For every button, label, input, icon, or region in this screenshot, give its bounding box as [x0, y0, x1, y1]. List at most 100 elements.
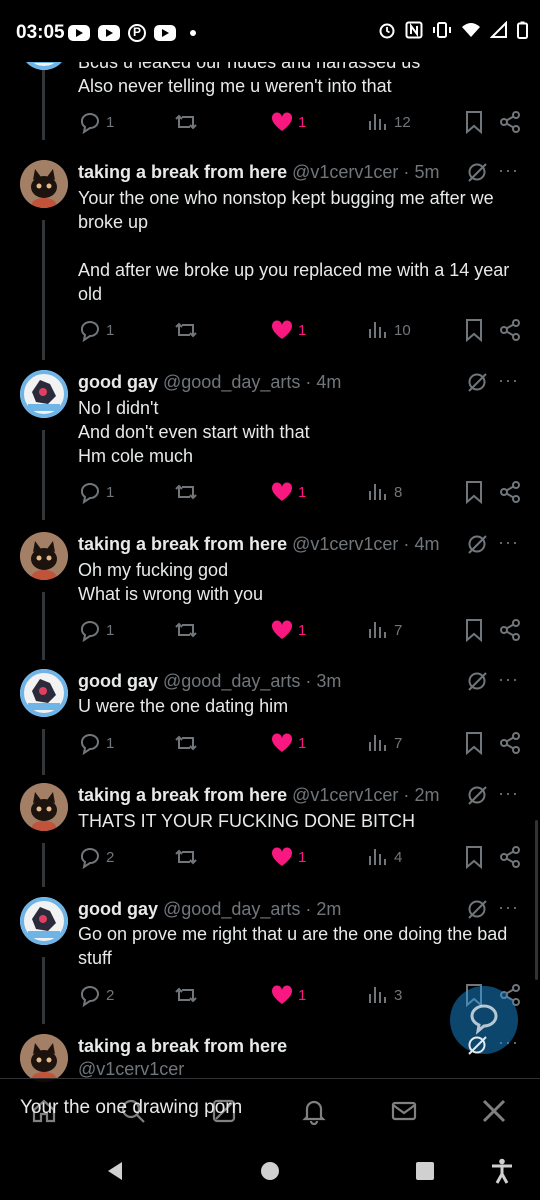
like-button[interactable]: 1 [270, 318, 306, 342]
author-handle[interactable]: @v1cerv1cer [292, 785, 398, 805]
views-button[interactable]: 12 [366, 110, 411, 134]
repost-button[interactable] [174, 618, 198, 642]
author-name[interactable]: good gay [78, 899, 158, 919]
author-handle[interactable]: @v1cerv1cer [292, 162, 398, 182]
views-button[interactable]: 10 [366, 318, 411, 342]
author-name[interactable]: taking a break from here [78, 785, 287, 805]
like-button[interactable]: 1 [270, 731, 306, 755]
author-name[interactable]: good gay [78, 671, 158, 691]
avatar[interactable] [20, 783, 68, 831]
author-name[interactable]: taking a break from here [78, 534, 287, 554]
views-button[interactable]: 8 [366, 480, 402, 504]
recents-icon[interactable] [414, 1160, 436, 1182]
reply-button[interactable]: 1 [78, 110, 114, 134]
like-button[interactable]: 1 [270, 845, 306, 869]
grok-icon[interactable] [466, 670, 488, 692]
repost-button[interactable] [174, 110, 198, 134]
share-button[interactable] [498, 618, 522, 642]
repost-button[interactable] [174, 731, 198, 755]
share-icon [500, 481, 520, 503]
reply-button[interactable]: 1 [78, 618, 114, 642]
post-actions: 1 1 10 [78, 318, 520, 342]
reply-draft-text[interactable]: Your the one drawing porn [20, 1097, 242, 1119]
author-handle[interactable]: @v1cerv1cer [78, 1059, 287, 1080]
share-icon [500, 846, 520, 868]
like-button[interactable]: 1 [270, 618, 306, 642]
reply-button[interactable]: 2 [78, 983, 114, 1007]
views-button[interactable]: 7 [366, 618, 402, 642]
avatar-image [20, 1034, 68, 1082]
views-button[interactable]: 7 [366, 731, 402, 755]
bookmark-button[interactable] [462, 845, 486, 869]
like-button[interactable]: 1 [270, 983, 306, 1007]
grok-icon[interactable] [466, 161, 488, 183]
views-icon [369, 622, 386, 638]
share-button[interactable] [498, 318, 522, 342]
avatar-image [20, 160, 68, 208]
post-time[interactable]: 5m [414, 162, 439, 182]
repost-button[interactable] [174, 480, 198, 504]
home-button-icon[interactable] [259, 1160, 281, 1182]
grok-icon[interactable] [466, 533, 488, 555]
post-time[interactable]: 3m [316, 671, 341, 691]
author-handle[interactable]: @good_day_arts [163, 671, 300, 691]
like-button[interactable]: 1 [270, 110, 306, 134]
reply-button[interactable]: 2 [78, 845, 114, 869]
grok-icon[interactable] [466, 784, 488, 806]
repost-button[interactable] [174, 983, 198, 1007]
share-button[interactable] [498, 731, 522, 755]
post-time[interactable]: 4m [414, 534, 439, 554]
author-handle[interactable]: @v1cerv1cer [292, 534, 398, 554]
bookmark-button[interactable] [462, 480, 486, 504]
bookmark-button[interactable] [462, 110, 486, 134]
grok-icon[interactable] [466, 371, 488, 393]
avatar[interactable] [20, 532, 68, 580]
reply-button[interactable]: 1 [78, 480, 114, 504]
more-options-button[interactable]: ··· [498, 160, 519, 181]
share-button[interactable] [498, 480, 522, 504]
repost-button[interactable] [174, 318, 198, 342]
reply-button[interactable]: 1 [78, 318, 114, 342]
like-button[interactable]: 1 [270, 480, 306, 504]
post-time[interactable]: 2m [414, 785, 439, 805]
bell-icon[interactable] [300, 1097, 328, 1125]
share-button[interactable] [498, 110, 522, 134]
avatar[interactable] [20, 160, 68, 208]
more-options-button[interactable]: ··· [498, 370, 519, 391]
author-name[interactable]: taking a break from here [78, 1036, 287, 1056]
x-logo-icon[interactable] [480, 1097, 508, 1125]
avatar[interactable] [20, 370, 68, 418]
bookmark-button[interactable] [462, 618, 486, 642]
avatar[interactable] [20, 1034, 68, 1082]
more-options-button[interactable]: ··· [498, 897, 519, 918]
accessibility-icon[interactable] [490, 1158, 514, 1184]
views-button[interactable]: 4 [366, 845, 402, 869]
author-name[interactable]: taking a break from here [78, 162, 287, 182]
avatar[interactable] [20, 897, 68, 945]
grok-icon[interactable] [466, 1034, 488, 1056]
more-options-button[interactable]: ··· [498, 783, 519, 804]
reply-button[interactable]: 1 [78, 731, 114, 755]
thread-connector [42, 592, 45, 660]
grok-icon[interactable] [466, 898, 488, 920]
share-button[interactable] [498, 845, 522, 869]
post-time[interactable]: 2m [316, 899, 341, 919]
more-options-button[interactable]: ··· [498, 669, 519, 690]
repost-button[interactable] [174, 845, 198, 869]
scrollbar[interactable] [535, 820, 538, 980]
heart-count: 1 [298, 848, 307, 866]
post-header: good gay @good_day_arts · 4m [78, 372, 341, 393]
avatar[interactable] [20, 669, 68, 717]
author-handle[interactable]: @good_day_arts [163, 372, 300, 392]
author-handle[interactable]: @good_day_arts [163, 899, 300, 919]
views-button[interactable]: 3 [366, 983, 402, 1007]
mail-icon[interactable] [390, 1097, 418, 1125]
post-time[interactable]: 4m [316, 372, 341, 392]
more-options-button[interactable]: ··· [498, 532, 519, 553]
author-name[interactable]: good gay [78, 372, 158, 392]
back-icon[interactable] [104, 1160, 126, 1182]
bookmark-icon [466, 111, 482, 134]
post-header: good gay @good_day_arts · 3m [78, 671, 341, 692]
bookmark-button[interactable] [462, 318, 486, 342]
bookmark-button[interactable] [462, 731, 486, 755]
